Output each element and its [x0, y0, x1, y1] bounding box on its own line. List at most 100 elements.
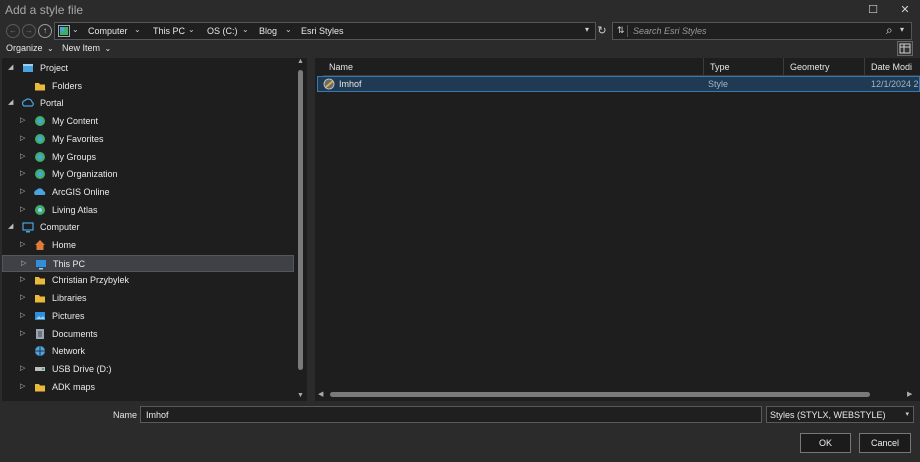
navigation-pane: ◢ Project Folders ◢ Portal ▷ My Content ▷ My Fav… [2, 58, 307, 401]
column-header-type[interactable]: Type [704, 58, 784, 76]
file-type-value: Styles (STYLX, WEBSTYLE) [770, 410, 886, 420]
expand-arrow-icon[interactable]: ▷ [20, 134, 25, 142]
breadcrumb-esri-styles[interactable]: Esri Styles [301, 26, 344, 36]
column-header-label: Geometry [790, 62, 830, 72]
collapse-arrow-icon[interactable]: ◢ [8, 222, 13, 230]
breadcrumb-os-c[interactable]: OS (C:) [207, 26, 238, 36]
tree-item-network[interactable]: Network [2, 343, 294, 360]
scroll-up-icon[interactable]: ▲ [297, 58, 304, 65]
organize-menu[interactable]: Organize ⌄ [6, 43, 54, 53]
tree-item-label: Libraries [52, 293, 87, 304]
tree-item-home[interactable]: ▷ Home [2, 237, 294, 254]
chevron-down-icon: ⌄ [104, 44, 112, 53]
tree-item-project[interactable]: ◢ Project [2, 60, 294, 77]
dialog-footer: Name Styles (STYLX, WEBSTYLE) ▾ OK Cance… [0, 402, 920, 462]
tree-item-label: Christian Przybylek [52, 275, 130, 286]
window-title: Add a style file [5, 3, 84, 17]
forward-button[interactable]: → [22, 24, 36, 38]
chevron-down-icon: ▾ [905, 411, 909, 418]
this-pc-icon [36, 259, 46, 270]
tree-item-documents[interactable]: ▷ Documents [2, 326, 294, 343]
ok-button[interactable]: OK [800, 433, 851, 453]
tree-item-christian-przybylek[interactable]: ▷ Christian Przybylek [2, 272, 294, 289]
file-name-input[interactable] [140, 406, 762, 423]
address-bar[interactable]: ⌄ Computer ⌄ This PC ⌄ OS (C:) ⌄ Blog ⌄ … [54, 22, 596, 40]
tree-item-label: Home [52, 240, 77, 250]
expand-arrow-icon[interactable]: ▷ [20, 116, 25, 124]
view-options-button[interactable] [897, 41, 913, 56]
expand-arrow-icon[interactable]: ▷ [20, 205, 25, 213]
breadcrumb-blog[interactable]: Blog [259, 26, 277, 36]
my-groups-icon [35, 151, 45, 162]
tree-item-my-organization[interactable]: ▷ My Organization [2, 166, 294, 183]
file-list-horizontal-scrollbar[interactable]: ◀ ▶ [315, 388, 920, 400]
tree-item-arcgis-online[interactable]: ▷ ArcGIS Online [2, 184, 294, 201]
file-type-select[interactable]: Styles (STYLX, WEBSTYLE) ▾ [766, 406, 914, 423]
tree-item-adk-maps[interactable]: ▷ ADK maps [2, 379, 294, 396]
tree-item-label: Pictures [52, 310, 85, 321]
tree-item-libraries[interactable]: ▷ Libraries [2, 290, 294, 307]
tree-item-computer[interactable]: ◢ Computer [2, 219, 294, 236]
documents-icon [36, 328, 44, 339]
expand-arrow-icon[interactable]: ▷ [20, 275, 25, 283]
expand-arrow-icon[interactable]: ▷ [20, 187, 25, 195]
scroll-left-icon[interactable]: ◀ [318, 390, 323, 398]
up-button[interactable]: ↑ [38, 24, 52, 38]
my-content-icon [35, 116, 45, 127]
column-header-name[interactable]: Name [323, 58, 704, 76]
tree-item-this-pc[interactable]: ▷ This PC [2, 254, 294, 272]
expand-arrow-icon[interactable]: ▷ [20, 169, 25, 177]
chevron-down-icon[interactable]: ⌄ [242, 25, 249, 34]
cancel-button[interactable]: Cancel [859, 433, 911, 453]
breadcrumb-this-pc[interactable]: This PC [153, 26, 185, 36]
recent-locations-chevron-icon[interactable]: ⌄ [72, 25, 79, 34]
chevron-down-icon[interactable]: ⌄ [285, 25, 292, 34]
tree-item-my-groups[interactable]: ▷ My Groups [2, 149, 294, 166]
tree-item-my-favorites[interactable]: ▷ My Favorites [2, 131, 294, 148]
chevron-down-icon: ⌄ [47, 44, 54, 53]
expand-arrow-icon[interactable]: ▷ [20, 382, 25, 390]
file-type: Style [708, 79, 729, 89]
close-button[interactable]: ✕ [894, 1, 916, 19]
refresh-icon[interactable]: ↻ [594, 23, 610, 39]
search-icon[interactable]: ⌕ [886, 23, 893, 38]
address-dropdown-icon[interactable]: ▾ [585, 25, 589, 34]
arcgis-online-icon [34, 188, 46, 195]
expand-arrow-icon[interactable]: ▷ [20, 311, 25, 319]
back-button[interactable]: ← [6, 24, 20, 38]
column-header-label: Type [710, 62, 730, 72]
sort-icon[interactable]: ⇅ [617, 25, 625, 36]
expand-arrow-icon[interactable]: ▷ [20, 240, 25, 248]
expand-arrow-icon[interactable]: ▷ [21, 259, 26, 267]
expand-arrow-icon[interactable]: ▷ [20, 364, 25, 372]
tree-scrollbar[interactable]: ▲ ▼ [296, 58, 305, 401]
column-header-date-modified[interactable]: Date Modi [865, 58, 920, 76]
expand-arrow-icon[interactable]: ▷ [20, 152, 25, 160]
breadcrumb-computer[interactable]: Computer [88, 26, 128, 36]
search-input[interactable] [633, 24, 883, 38]
collapse-arrow-icon[interactable]: ◢ [8, 98, 13, 106]
new-item-menu[interactable]: New Item ⌄ [62, 43, 111, 53]
scrollbar-thumb[interactable] [330, 392, 870, 397]
collapse-arrow-icon[interactable]: ◢ [8, 63, 13, 71]
chevron-down-icon[interactable]: ⌄ [134, 25, 141, 34]
tree-item-label: Portal [40, 98, 64, 109]
search-dropdown-icon[interactable]: ▾ [900, 25, 904, 34]
usb-drive-icon [35, 366, 45, 371]
expand-arrow-icon[interactable]: ▷ [20, 329, 25, 337]
expand-arrow-icon[interactable]: ▷ [20, 293, 25, 301]
tree-item-pictures[interactable]: ▷ Pictures [2, 308, 294, 325]
tree-item-my-content[interactable]: ▷ My Content [2, 113, 294, 130]
file-row-imhof[interactable]: Imhof Style 12/1/2024 2 [317, 76, 920, 92]
scrollbar-thumb[interactable] [298, 70, 303, 370]
tree-item-label: ADK maps [52, 381, 96, 392]
scroll-right-icon[interactable]: ▶ [907, 390, 912, 398]
tree-item-folders[interactable]: Folders [2, 78, 294, 95]
maximize-button[interactable]: ☐ [862, 1, 884, 19]
tree-item-portal[interactable]: ◢ Portal [2, 95, 294, 112]
tree-item-living-atlas[interactable]: ▷ Living Atlas [2, 202, 294, 219]
scroll-down-icon[interactable]: ▼ [297, 392, 304, 399]
column-header-geometry[interactable]: Geometry [784, 58, 865, 76]
tree-item-usb-drive-d[interactable]: ▷ USB Drive (D:) [2, 361, 294, 378]
chevron-down-icon[interactable]: ⌄ [188, 25, 195, 34]
